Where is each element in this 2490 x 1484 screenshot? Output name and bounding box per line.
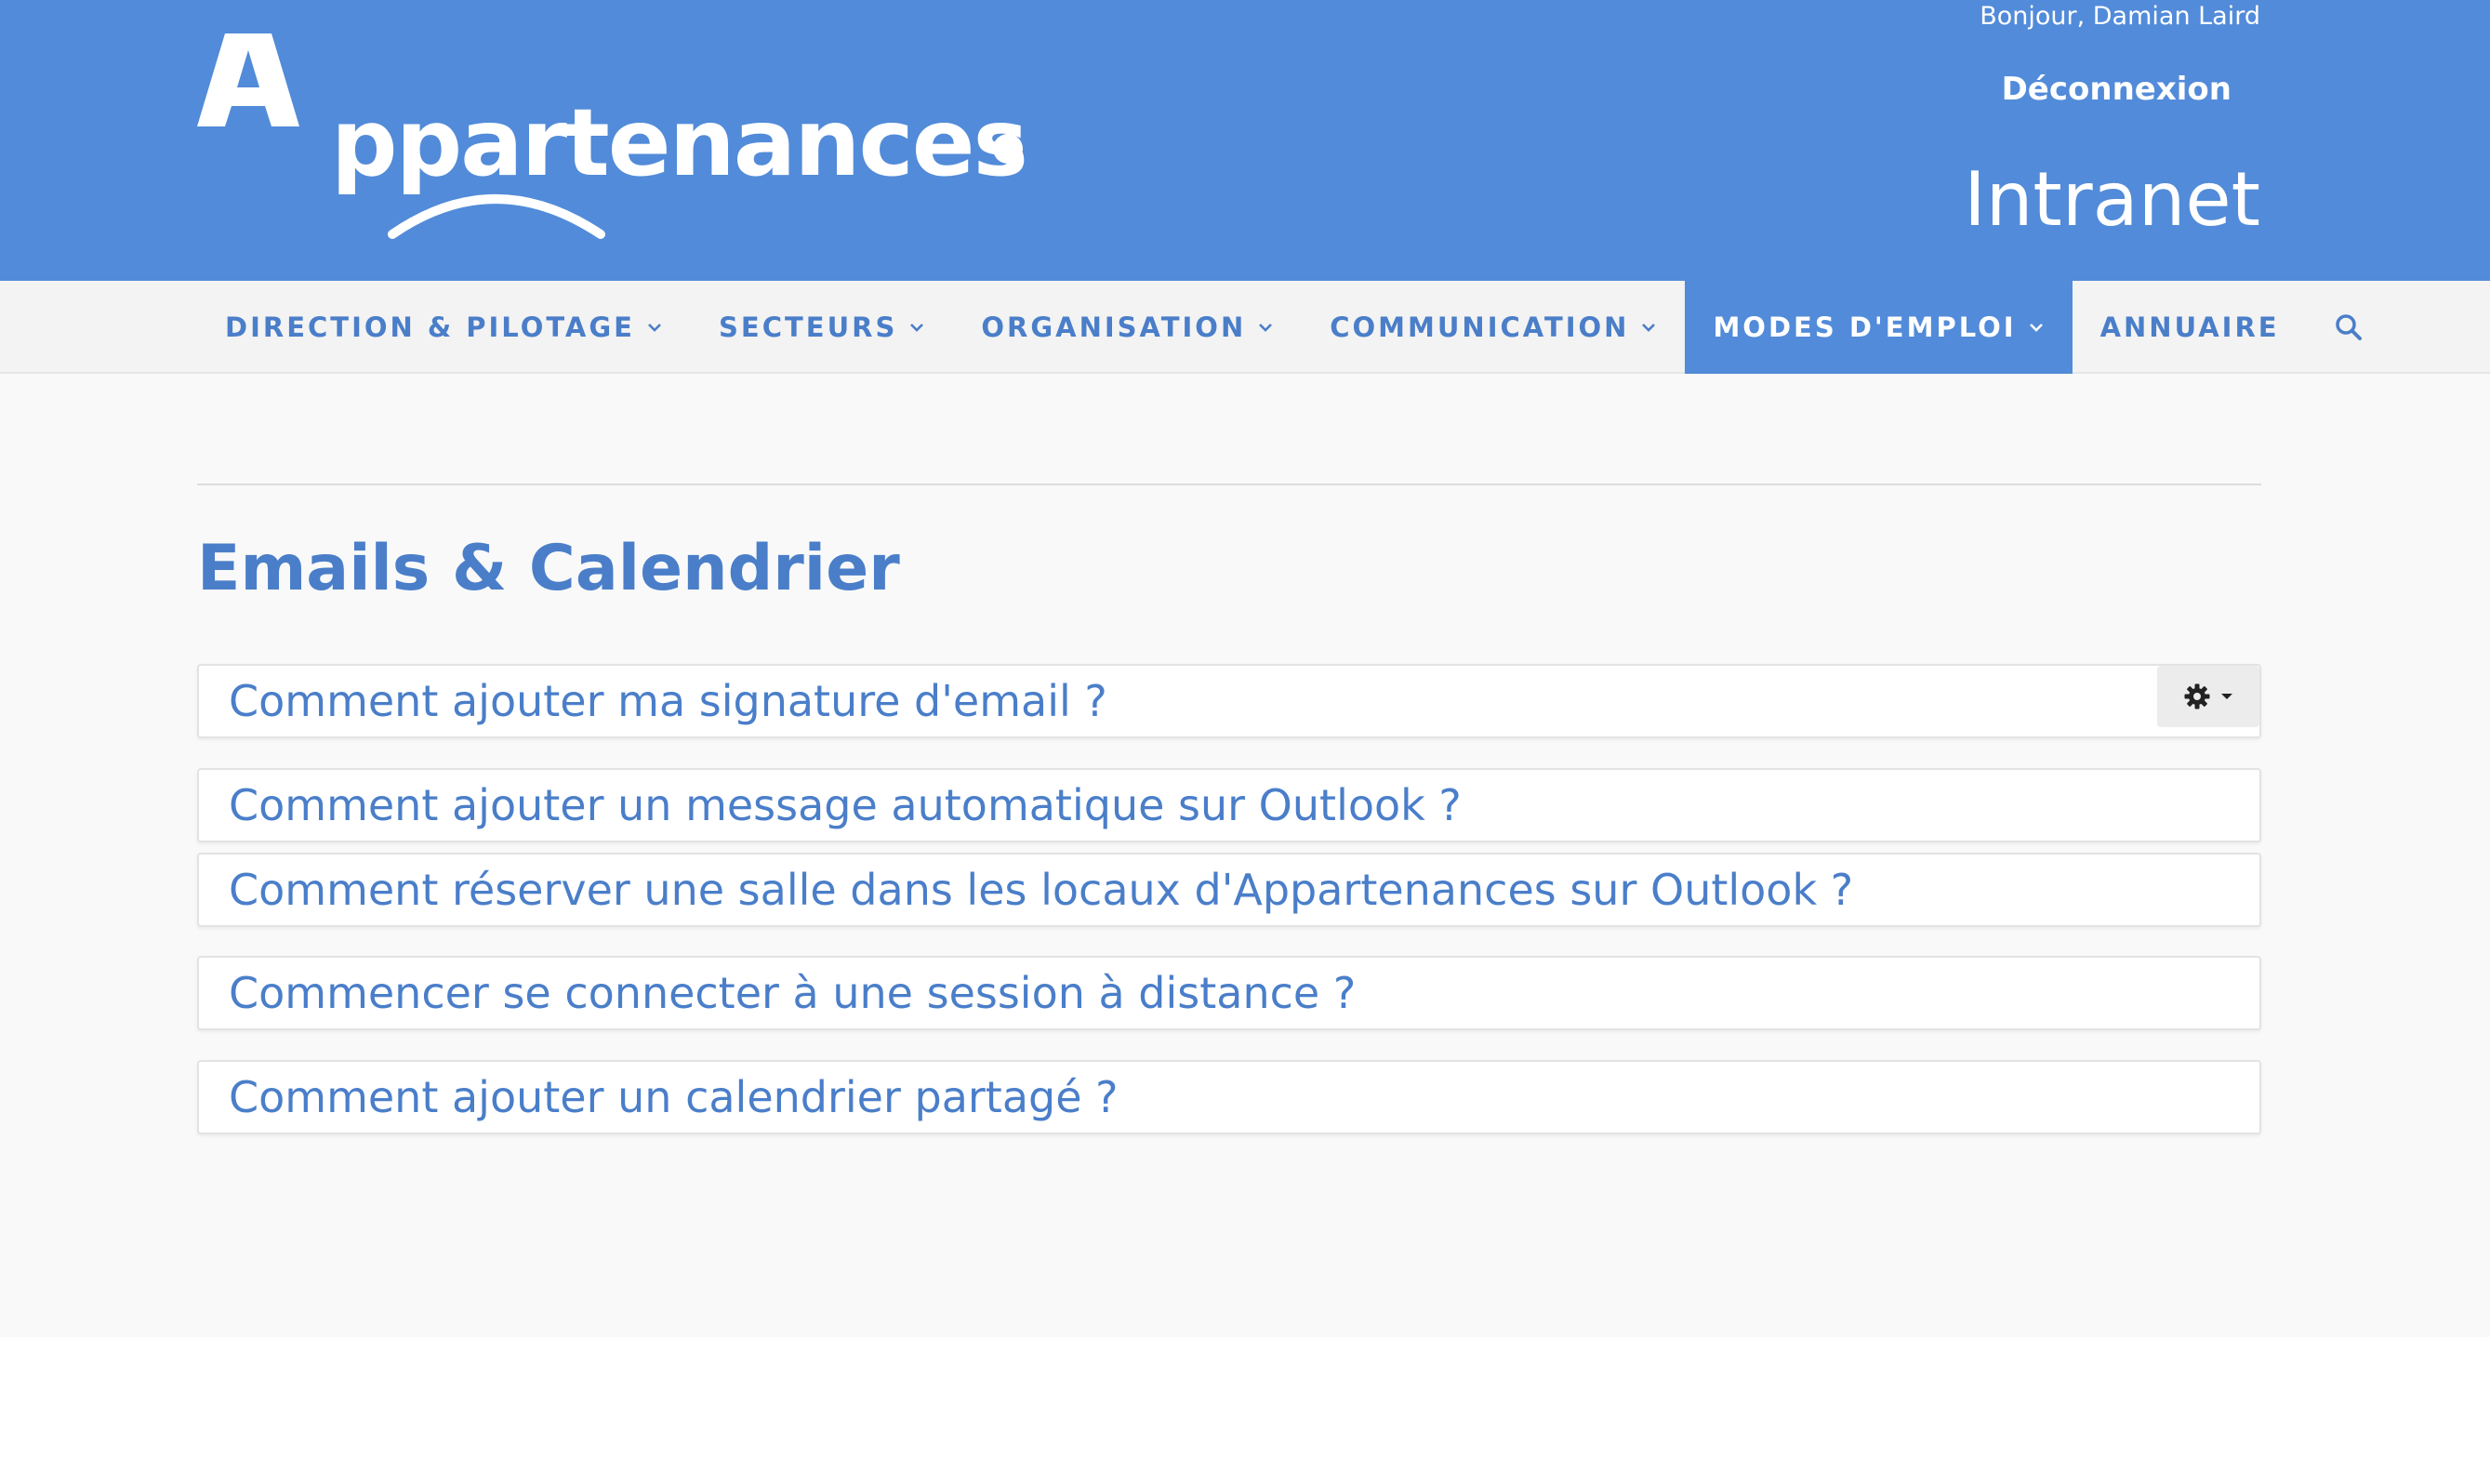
list-item[interactable]: Comment ajouter un calendrier partagé ? — [197, 1060, 2261, 1134]
nav-item-communication[interactable]: COMMUNICATION — [1302, 281, 1685, 374]
chevron-down-icon — [1257, 319, 1274, 336]
list-item[interactable]: Comment réserver une salle dans les loca… — [197, 853, 2261, 927]
divider — [197, 484, 2261, 485]
gear-icon — [2184, 683, 2210, 709]
nav-item-label: COMMUNICATION — [1330, 311, 1630, 343]
item-link[interactable]: Commencer se connecter à une session à d… — [199, 968, 1356, 1018]
nav-item-label: MODES D'EMPLOI — [1713, 311, 2017, 343]
nav-item-label: ORGANISATION — [981, 311, 1247, 343]
nav-item-label: ANNUAIRE — [2099, 311, 2280, 343]
appartenances-logo[interactable]: ppartenances — [197, 33, 1034, 247]
chevron-down-icon — [1640, 319, 1657, 336]
nav-item-secteurs[interactable]: SECTEURS — [691, 281, 953, 374]
main-nav: DIRECTION & PILOTAGE SECTEURS ORGANISATI… — [0, 281, 2490, 374]
chevron-down-icon — [646, 319, 663, 336]
site-header: ppartenances Bonjour, Damian Laird Décon… — [0, 0, 2490, 281]
svg-text:ppartenances: ppartenances — [331, 88, 1026, 197]
item-link[interactable]: Comment ajouter un message automatique s… — [199, 780, 1462, 830]
settings-dropdown-button[interactable] — [2157, 666, 2259, 727]
nav-item-direction-pilotage[interactable]: DIRECTION & PILOTAGE — [197, 281, 691, 374]
nav-item-label: DIRECTION & PILOTAGE — [225, 311, 635, 343]
page: ppartenances Bonjour, Damian Laird Décon… — [0, 0, 2490, 1484]
chevron-down-icon — [908, 319, 925, 336]
nav-item-annuaire[interactable]: ANNUAIRE — [2073, 281, 2308, 374]
list-item[interactable]: Comment ajouter un message automatique s… — [197, 768, 2261, 842]
nav-item-label: SECTEURS — [719, 311, 898, 343]
item-link[interactable]: Comment ajouter ma signature d'email ? — [199, 676, 1107, 726]
site-label: Intranet — [1964, 156, 2260, 243]
list-item[interactable]: Commencer se connecter à une session à d… — [197, 956, 2261, 1030]
nav-list: DIRECTION & PILOTAGE SECTEURS ORGANISATI… — [197, 281, 2390, 374]
search-icon — [2334, 312, 2364, 342]
main-content: Emails & Calendrier Comment ajouter ma s… — [0, 374, 2490, 1337]
page-title: Emails & Calendrier — [197, 532, 900, 605]
item-link[interactable]: Comment ajouter un calendrier partagé ? — [199, 1072, 1119, 1122]
caret-down-icon — [2221, 694, 2232, 699]
nav-item-modes-d-emploi[interactable]: MODES D'EMPLOI — [1685, 281, 2073, 374]
logout-link[interactable]: Déconnexion — [2002, 71, 2232, 108]
nav-item-organisation[interactable]: ORGANISATION — [953, 281, 1302, 374]
list-item[interactable]: Comment ajouter ma signature d'email ? — [197, 664, 2261, 738]
logo-graphic: ppartenances — [197, 33, 1028, 239]
chevron-down-icon — [2028, 319, 2045, 336]
nav-search-button[interactable] — [2308, 281, 2390, 374]
user-greeting: Bonjour, Damian Laird — [1980, 2, 2260, 31]
item-link[interactable]: Comment réserver une salle dans les loca… — [199, 865, 1853, 915]
